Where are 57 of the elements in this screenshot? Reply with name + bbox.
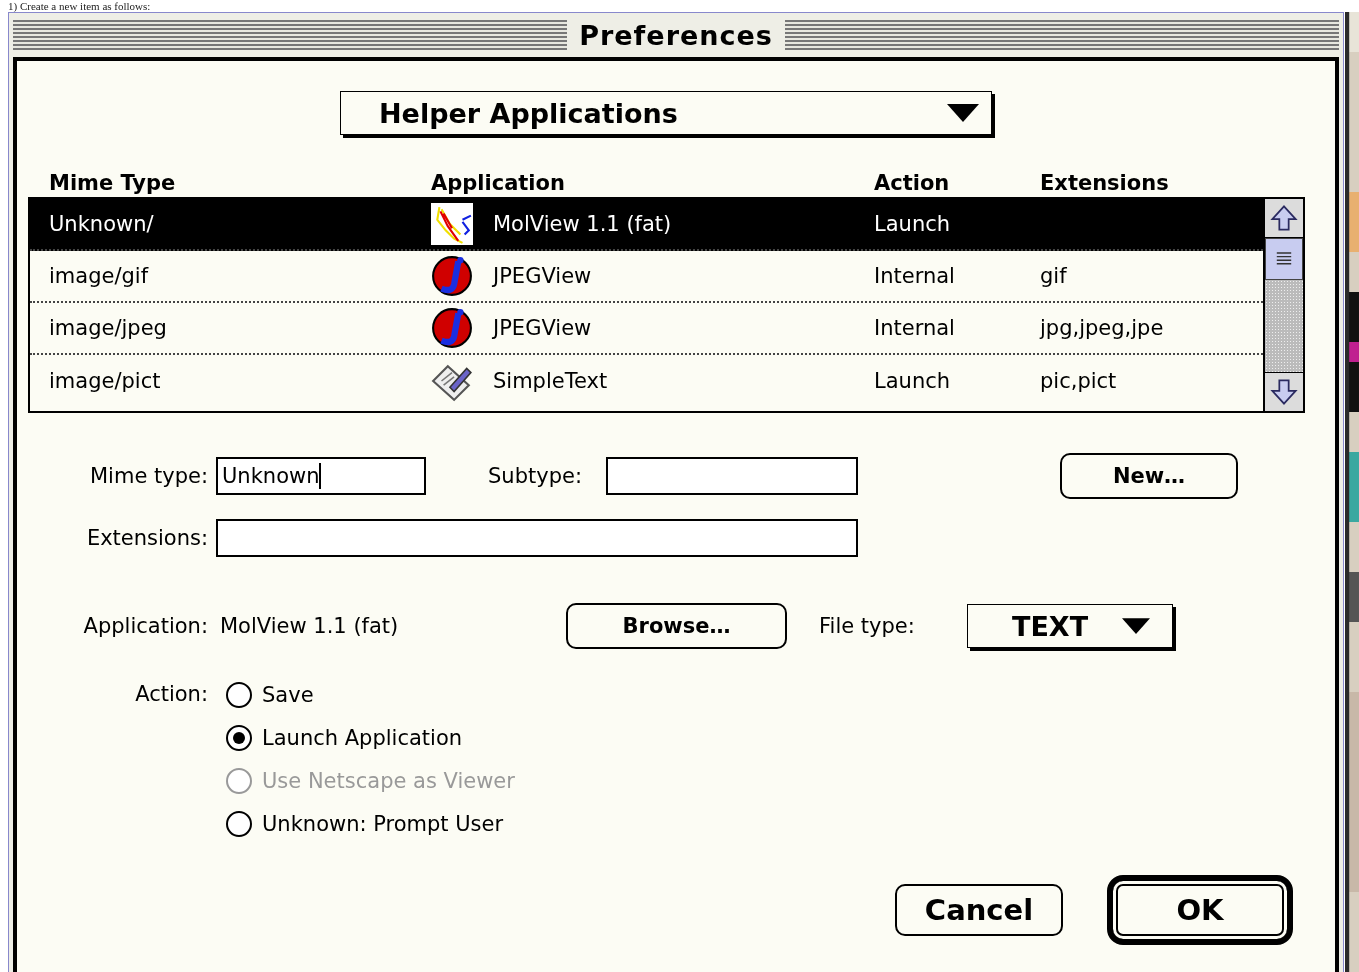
table-cell-text: image/jpeg <box>49 316 168 340</box>
browse-button[interactable]: Browse… <box>566 603 787 649</box>
table-cell-text: Internal <box>874 316 956 340</box>
radio-button[interactable] <box>226 681 252 708</box>
caret-icon <box>1122 618 1150 634</box>
table-cell: MolView 1.1 (fat) <box>493 212 672 236</box>
new-button[interactable]: New… <box>1060 453 1238 499</box>
radio-option[interactable]: Launch Application <box>226 716 515 759</box>
application-name: MolView 1.1 (fat) <box>219 614 400 638</box>
table-cell: JPEGView <box>493 316 592 340</box>
table-row[interactable]: image/pict SimpleText Launch pic,pict <box>30 355 1263 407</box>
radio-button[interactable] <box>226 810 252 837</box>
scroll-up-button[interactable] <box>1265 199 1303 238</box>
field-label: Extensions: <box>85 526 209 550</box>
field-label: Subtype: <box>488 464 583 488</box>
column-header: Extensions <box>1040 171 1170 195</box>
radio-button[interactable] <box>226 724 252 751</box>
table-cell-text: Internal <box>874 264 956 288</box>
molecule-icon <box>431 203 473 245</box>
scroll-down-button[interactable] <box>1265 372 1303 411</box>
instruction-text: 1) Create a new item as follows: <box>7 0 152 12</box>
table-cell-text: image/gif <box>49 264 150 288</box>
table-row[interactable]: image/gif JPEGView Internal gif <box>30 251 1263 303</box>
field-label: File type: <box>819 614 916 638</box>
extensions-field[interactable] <box>216 519 858 557</box>
cancel-button[interactable]: Cancel <box>895 884 1063 936</box>
field-label: Mime type: <box>89 464 209 488</box>
file-type-dropdown[interactable]: TEXT <box>967 604 1173 648</box>
column-header: Mime Type <box>49 171 177 195</box>
ok-button[interactable]: OK <box>1107 875 1293 945</box>
column-header: Action <box>874 171 951 195</box>
table-cell-text: gif <box>1040 264 1068 288</box>
up-arrow-icon <box>1270 204 1298 232</box>
ball-icon <box>431 255 473 297</box>
category-dropdown[interactable]: Helper Applications <box>340 91 992 135</box>
table-cell: JPEGView <box>493 264 592 288</box>
table-cell-text: image/pict <box>49 369 162 393</box>
ball-icon <box>431 307 473 349</box>
table-cell: SimpleText <box>493 369 608 393</box>
subtype-field[interactable] <box>606 457 858 495</box>
table-row[interactable]: Unknown/ MolView 1.1 (fat) Launch <box>30 199 1263 251</box>
table-cell-text: Unknown/ <box>49 212 155 236</box>
field-label: Application: <box>82 614 209 638</box>
table-cell-text: jpg,jpeg,jpe <box>1040 316 1165 340</box>
table-cell-text: Launch <box>874 369 952 393</box>
caret-icon <box>947 104 979 122</box>
table-row[interactable]: image/jpeg JPEGView Internal jpg,jpeg,jpe <box>30 303 1263 355</box>
column-header: Application <box>431 171 566 195</box>
table-cell-text: pic,pict <box>1040 369 1118 393</box>
radio-option[interactable]: Save <box>226 673 515 716</box>
scroll-thumb[interactable] <box>1265 238 1303 280</box>
window-title: Preferences <box>579 19 773 51</box>
radio-option[interactable]: Unknown: Prompt User <box>226 802 515 845</box>
table-cell-text: Launch <box>874 212 952 236</box>
field-label: Action: <box>134 681 209 708</box>
mime-type-field[interactable]: Unknown <box>216 457 426 495</box>
down-arrow-icon <box>1270 378 1298 406</box>
